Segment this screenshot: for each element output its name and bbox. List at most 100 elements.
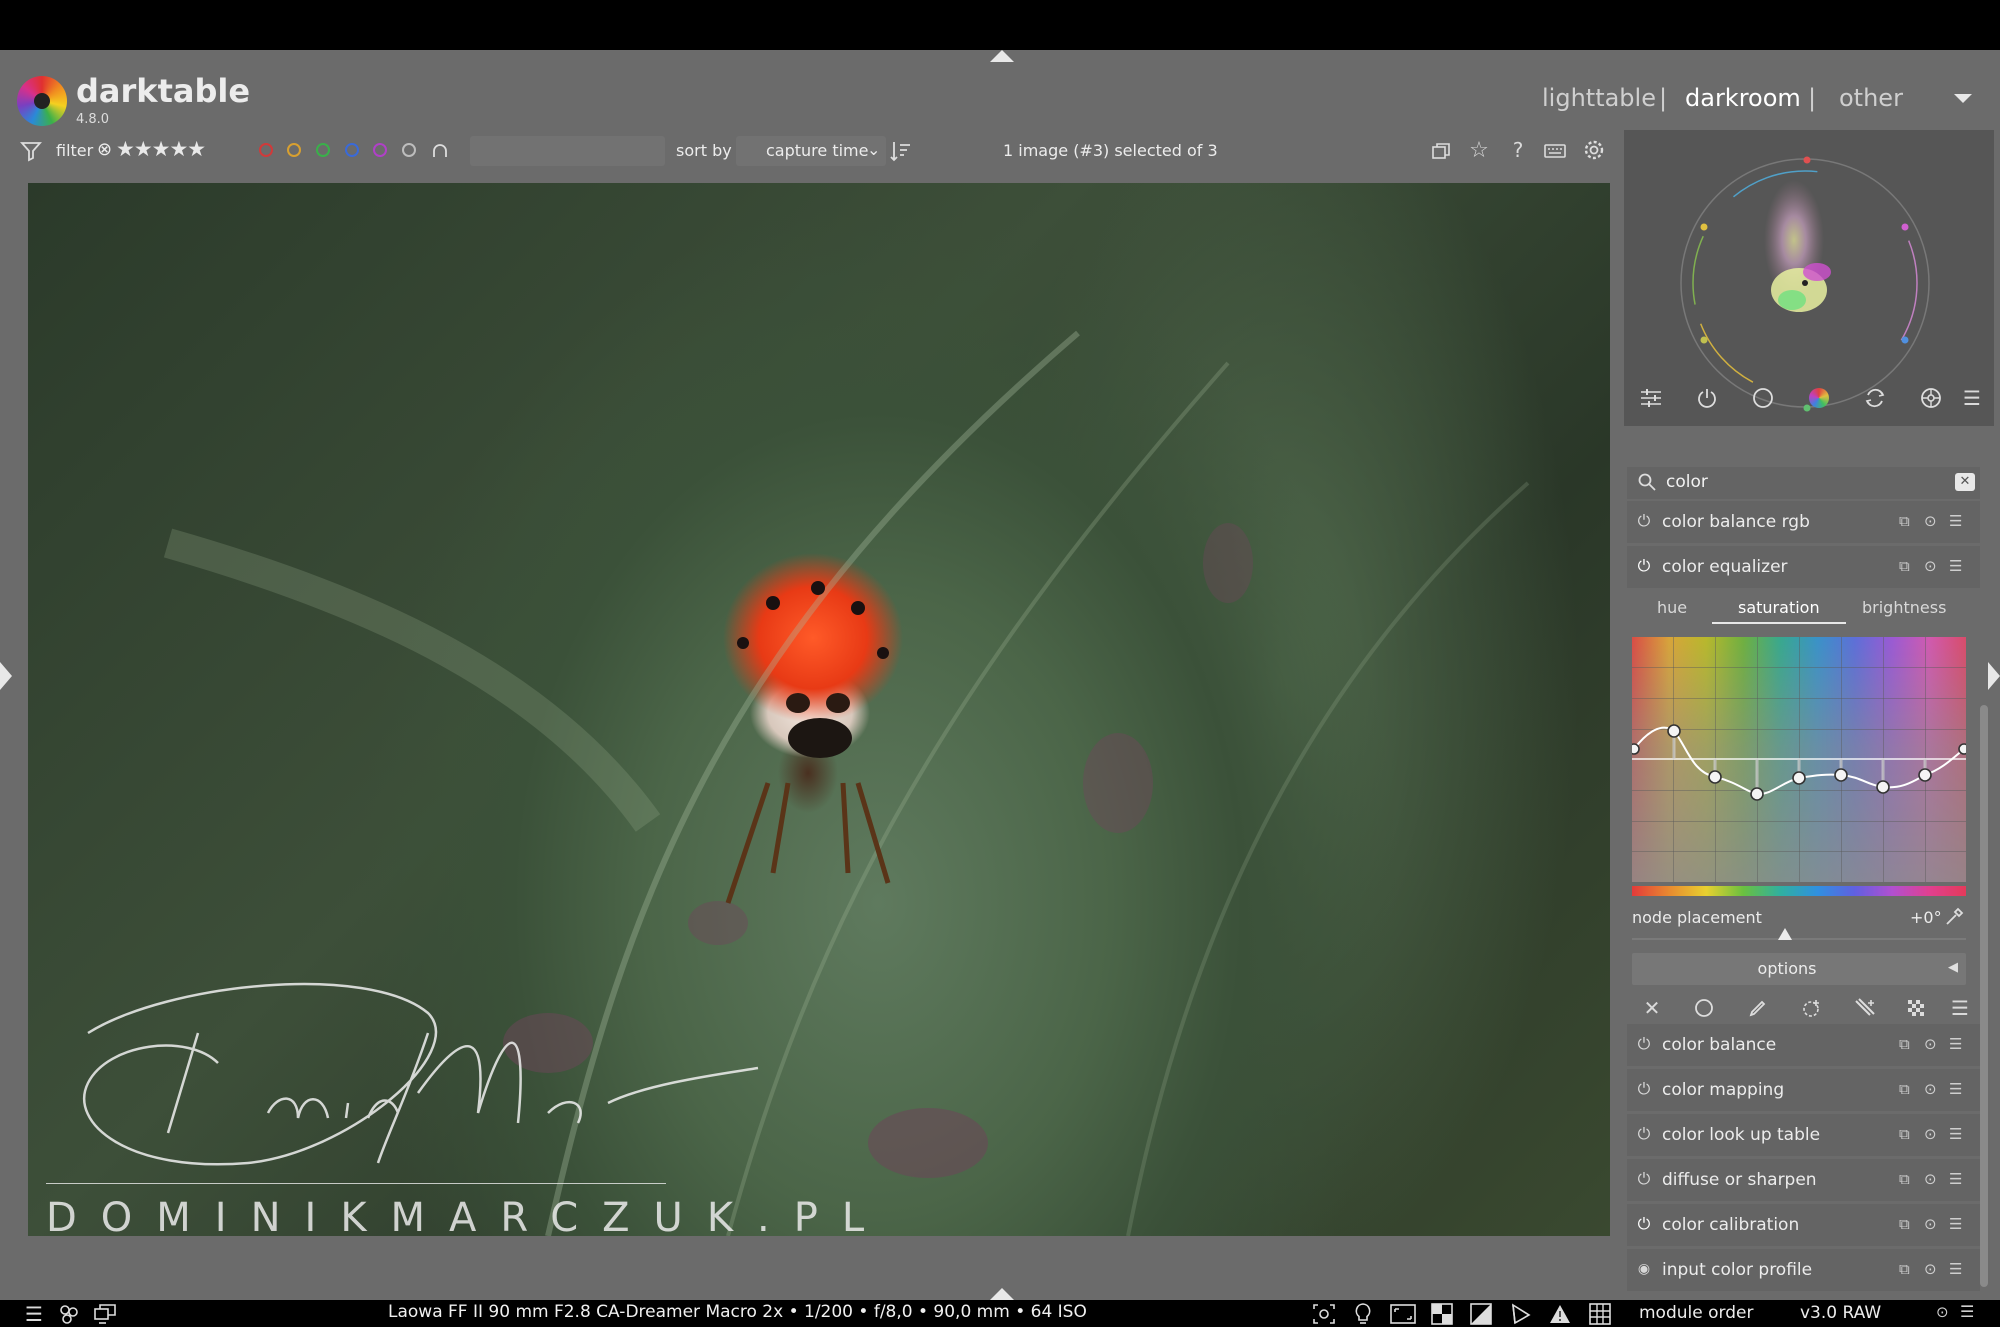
left-panel-expand-icon[interactable]	[0, 662, 12, 690]
multi-instance-icon[interactable]: ⧉	[1899, 512, 1910, 530]
presets-icon[interactable]: ☰	[1949, 1125, 1962, 1143]
top-panel-collapse-icon[interactable]	[990, 50, 1014, 62]
presets-icon[interactable]: ☰	[1949, 1170, 1962, 1188]
multi-instance-icon[interactable]: ⧉	[1899, 1035, 1910, 1053]
reset-icon[interactable]: ⊙	[1924, 1080, 1937, 1098]
softproof-icon[interactable]	[1508, 1301, 1534, 1327]
drawn-mask-icon[interactable]	[1746, 996, 1770, 1020]
clipping-indicator-icon[interactable]	[1468, 1301, 1494, 1327]
reset-icon[interactable]: ⊙	[1924, 1170, 1937, 1188]
reset-icon[interactable]: ⊙	[1924, 1260, 1937, 1278]
module-color-calibration[interactable]: ⏻ color calibration ⧉ ⊙ ☰	[1627, 1204, 1980, 1246]
drawn-parametric-mask-icon[interactable]	[1852, 996, 1880, 1020]
module-search-input[interactable]: color ✕	[1627, 467, 1980, 499]
reset-icon[interactable]: ⊙	[1924, 1215, 1937, 1233]
node-placement-slider[interactable]	[1632, 938, 1966, 940]
blend-presets-icon[interactable]: ☰	[1948, 996, 1972, 1020]
tab-saturation[interactable]: saturation	[1738, 598, 1820, 617]
power-icon[interactable]: ⏻	[1635, 1035, 1653, 1053]
presets-icon[interactable]: ☰	[1949, 1080, 1962, 1098]
module-color-balance-rgb[interactable]: ⏻ color balance rgb ⧉ ⊙ ☰	[1627, 501, 1980, 543]
multi-instance-icon[interactable]: ⧉	[1899, 1080, 1910, 1098]
correct-group-icon[interactable]	[1860, 384, 1890, 412]
multi-instance-icon[interactable]: ⧉	[1899, 557, 1910, 575]
module-diffuse-or-sharpen[interactable]: ⏻ diffuse or sharpen ⧉ ⊙ ☰	[1627, 1159, 1980, 1201]
module-order-presets-icon[interactable]: ☰	[1960, 1302, 1974, 1321]
menu-lines-icon[interactable]: ☰	[22, 1302, 46, 1326]
module-color-balance[interactable]: ⏻ color balance ⧉ ⊙ ☰	[1627, 1024, 1980, 1066]
effect-group-icon[interactable]	[1916, 384, 1946, 412]
collection-search-input[interactable]	[470, 136, 665, 166]
star-rating-filter[interactable]: ★★★★★	[116, 137, 206, 161]
quick-access-icon[interactable]	[1636, 384, 1666, 412]
sort-select[interactable]: capture time ⌄	[736, 136, 886, 166]
multi-instance-icon[interactable]: ⧉	[1899, 1215, 1910, 1233]
raw-overexposed-icon[interactable]	[1429, 1301, 1455, 1327]
power-icon[interactable]: ⏻	[1635, 1170, 1653, 1188]
parametric-mask-icon[interactable]	[1800, 996, 1824, 1020]
power-icon[interactable]: ⏻	[1635, 512, 1653, 530]
views-dropdown-icon[interactable]	[1954, 94, 1972, 103]
second-window-icon[interactable]	[92, 1302, 118, 1326]
bottom-panel-collapse-icon[interactable]	[990, 1288, 1014, 1300]
tab-brightness[interactable]: brightness	[1862, 598, 1946, 617]
view-darkroom[interactable]: darkroom	[1685, 84, 1801, 112]
multi-instance-icon[interactable]: ⧉	[1899, 1170, 1910, 1188]
label-operator-icon[interactable]	[430, 140, 450, 160]
module-color-mapping[interactable]: ⏻ color mapping ⧉ ⊙ ☰	[1627, 1069, 1980, 1111]
power-icon[interactable]: ⏻	[1635, 557, 1653, 575]
module-color-look-up-table[interactable]: ⏻ color look up table ⧉ ⊙ ☰	[1627, 1114, 1980, 1156]
blend-off-icon[interactable]: ✕	[1640, 996, 1664, 1020]
view-lighttable[interactable]: lighttable	[1542, 84, 1656, 112]
power-icon[interactable]: ⏻	[1635, 1080, 1653, 1098]
module-color-equalizer[interactable]: ⏻ color equalizer ⧉ ⊙ ☰	[1627, 546, 1980, 588]
power-icon[interactable]: ⏻	[1635, 1125, 1653, 1143]
vectorscope[interactable]	[1624, 130, 1994, 426]
color-label-yellow-icon[interactable]	[287, 143, 301, 157]
options-collapsible[interactable]: options ◀	[1632, 953, 1966, 985]
sort-order-icon[interactable]	[888, 138, 914, 164]
help-icon[interactable]: ?	[1505, 137, 1531, 163]
overlays-icon[interactable]	[1428, 138, 1454, 164]
keyboard-shortcuts-icon[interactable]	[1542, 138, 1568, 164]
right-panel-collapse-icon[interactable]	[1988, 662, 2000, 690]
multi-instance-icon[interactable]: ⧉	[1899, 1125, 1910, 1143]
color-label-red-icon[interactable]	[259, 143, 273, 157]
focus-peaking-icon[interactable]	[1310, 1301, 1338, 1327]
reject-icon[interactable]: ⊗	[97, 139, 112, 160]
preferences-gear-icon[interactable]	[1581, 137, 1607, 163]
power-icon[interactable]: ⏻	[1635, 1215, 1653, 1233]
center-image-view[interactable]: DOMINIKMARCZUK.PL	[28, 183, 1610, 1236]
module-input-color-profile[interactable]: ◉ input color profile ⧉ ⊙ ☰	[1627, 1249, 1980, 1291]
active-modules-power-icon[interactable]	[1692, 384, 1722, 412]
styles-icon[interactable]	[56, 1302, 82, 1326]
presets-icon[interactable]: ☰	[1949, 1215, 1962, 1233]
module-order-value[interactable]: v3.0 RAW	[1800, 1303, 1881, 1323]
color-group-icon[interactable]	[1804, 384, 1834, 412]
reset-icon[interactable]: ⊙	[1924, 1125, 1937, 1143]
gamut-check-warning-icon[interactable]	[1547, 1301, 1573, 1327]
uniform-blend-icon[interactable]	[1692, 996, 1716, 1020]
star-icon[interactable]: ☆	[1466, 137, 1492, 163]
color-label-green-icon[interactable]	[316, 143, 330, 157]
reset-icon[interactable]: ⊙	[1924, 512, 1937, 530]
reset-icon[interactable]: ⊙	[1924, 557, 1937, 575]
presets-icon[interactable]: ☰	[1949, 512, 1962, 530]
view-other[interactable]: other	[1839, 84, 1903, 112]
presets-icon[interactable]: ☰	[1949, 557, 1962, 575]
multi-instance-icon[interactable]: ⧉	[1899, 1260, 1910, 1278]
slider-handle-icon[interactable]	[1778, 928, 1792, 940]
reset-icon[interactable]: ⊙	[1924, 1035, 1937, 1053]
presets-icon[interactable]: ☰	[1949, 1260, 1962, 1278]
presets-menu-icon[interactable]: ☰	[1960, 384, 1984, 412]
color-label-blue-icon[interactable]	[345, 143, 359, 157]
color-label-purple-icon[interactable]	[373, 143, 387, 157]
clear-search-icon[interactable]: ✕	[1955, 473, 1975, 491]
tab-hue[interactable]: hue	[1657, 598, 1687, 617]
grid-guides-icon[interactable]	[1587, 1301, 1613, 1327]
base-group-circle-icon[interactable]	[1748, 384, 1778, 412]
panel-scrollbar[interactable]	[1980, 705, 1988, 1287]
module-order-reset-icon[interactable]: ⊙	[1936, 1303, 1949, 1321]
saturation-curve-graph[interactable]	[1632, 637, 1966, 882]
raster-mask-icon[interactable]	[1904, 996, 1928, 1020]
